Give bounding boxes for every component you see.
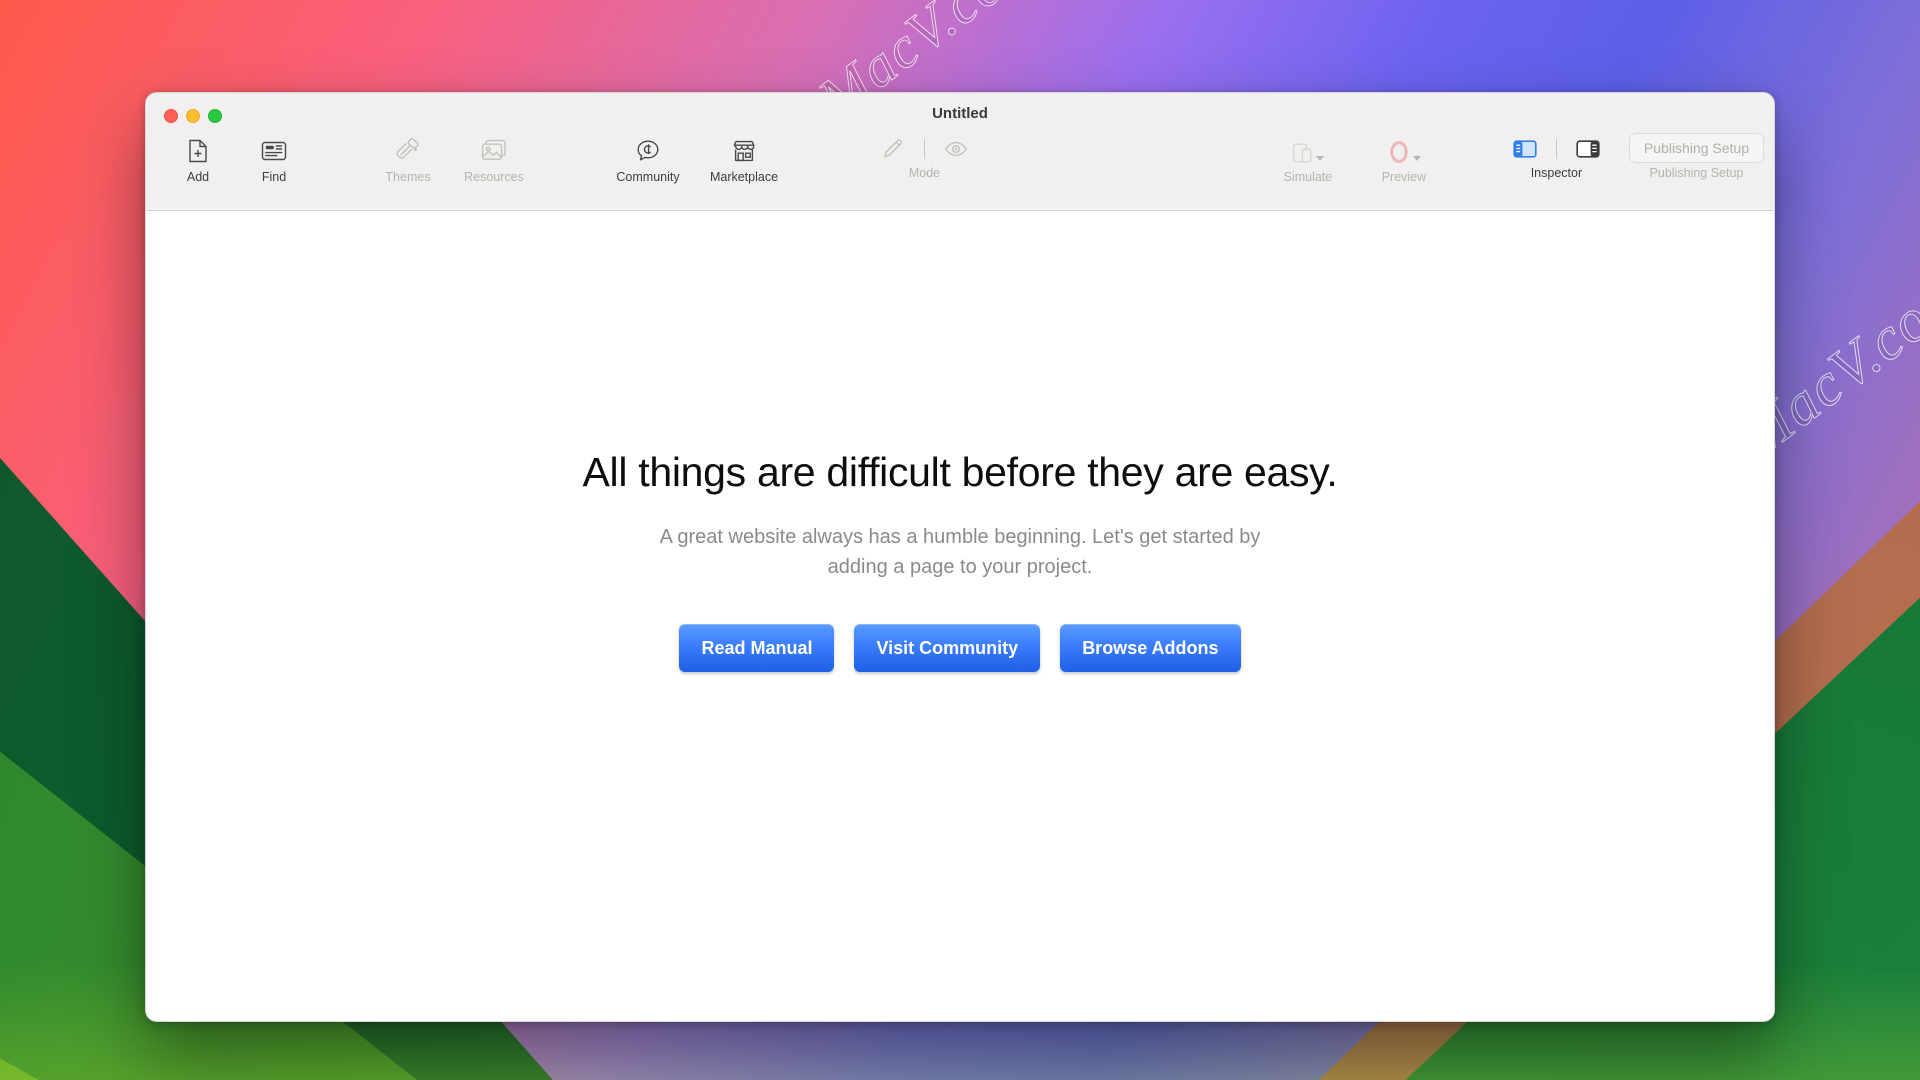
toolbar-group-mode: Mode — [878, 133, 971, 180]
toolbar-item-marketplace[interactable]: Marketplace — [696, 133, 792, 184]
toolbar-item-themes[interactable]: Themes — [370, 133, 446, 184]
chat-bubble-icon — [636, 137, 660, 165]
window-title: Untitled — [932, 105, 988, 122]
storefront-icon — [732, 137, 756, 165]
mode-buttons — [878, 133, 971, 161]
publishing-setup-button[interactable]: Publishing Setup — [1628, 133, 1764, 163]
inspector-divider — [1555, 139, 1557, 159]
inspector-buttons — [1510, 133, 1603, 161]
page-title: All things are difficult before they are… — [582, 449, 1338, 495]
toolbar-label-add: Add — [186, 170, 210, 184]
empty-state-content: All things are difficult before they are… — [146, 211, 1774, 1021]
opera-browser-icon — [1387, 137, 1421, 165]
toolbar-label-inspector: Inspector — [1530, 166, 1583, 180]
toolbar-label-community: Community — [616, 170, 680, 184]
toolbar-group-inspector: Inspector — [1510, 133, 1603, 180]
toolbar-label-preview: Preview — [1381, 170, 1427, 184]
toolbar-item-resources[interactable]: Resources — [446, 133, 542, 184]
toolbar-item-simulate[interactable]: Simulate — [1260, 133, 1356, 184]
add-document-icon — [187, 137, 209, 165]
devices-icon — [1292, 137, 1324, 165]
app-window: Untitled Add Find Themes Resources Commu… — [145, 92, 1775, 1022]
read-manual-button[interactable]: Read Manual — [679, 624, 835, 672]
main-toolbar: Add Find Themes Resources Community Mark… — [146, 127, 1774, 210]
eye-icon[interactable] — [941, 136, 971, 162]
preview-caret-icon — [1412, 156, 1421, 161]
toolbar-label-simulate: Simulate — [1283, 170, 1333, 184]
simulate-caret-icon — [1315, 156, 1324, 161]
browse-addons-button[interactable]: Browse Addons — [1060, 624, 1241, 672]
toolbar-label-publishing: Publishing Setup — [1649, 166, 1744, 180]
pencil-icon[interactable] — [878, 136, 908, 162]
toolbar-item-add[interactable]: Add — [160, 133, 236, 184]
visit-community-button[interactable]: Visit Community — [854, 624, 1041, 672]
find-page-icon — [261, 137, 287, 165]
desktop-wallpaper: MacV.com MacV.com MacV.com Untitled — [0, 0, 1920, 1080]
left-sidebar-icon[interactable] — [1510, 136, 1540, 162]
cta-button-row: Read Manual Visit Community Browse Addon… — [679, 624, 1241, 672]
page-subtitle: A great website always has a humble begi… — [659, 526, 1261, 578]
mode-divider — [924, 139, 925, 159]
toolbar-label-marketplace: Marketplace — [709, 170, 779, 184]
toolbar-group-publishing: Publishing Setup Publishing Setup — [1628, 133, 1764, 180]
photos-icon — [481, 137, 507, 165]
toolbar-item-preview[interactable]: Preview — [1356, 133, 1452, 184]
toolbar-label-resources: Resources — [464, 170, 524, 184]
right-sidebar-icon[interactable] — [1573, 136, 1603, 162]
toolbar-item-find[interactable]: Find — [236, 133, 312, 184]
toolbar-label-themes: Themes — [385, 170, 431, 184]
paint-roller-icon — [395, 137, 421, 165]
toolbar-label-find: Find — [261, 170, 287, 184]
window-titlebar: Untitled Add Find Themes Resources Commu… — [146, 93, 1774, 211]
toolbar-item-community[interactable]: Community — [600, 133, 696, 184]
toolbar-label-mode: Mode — [908, 166, 941, 180]
